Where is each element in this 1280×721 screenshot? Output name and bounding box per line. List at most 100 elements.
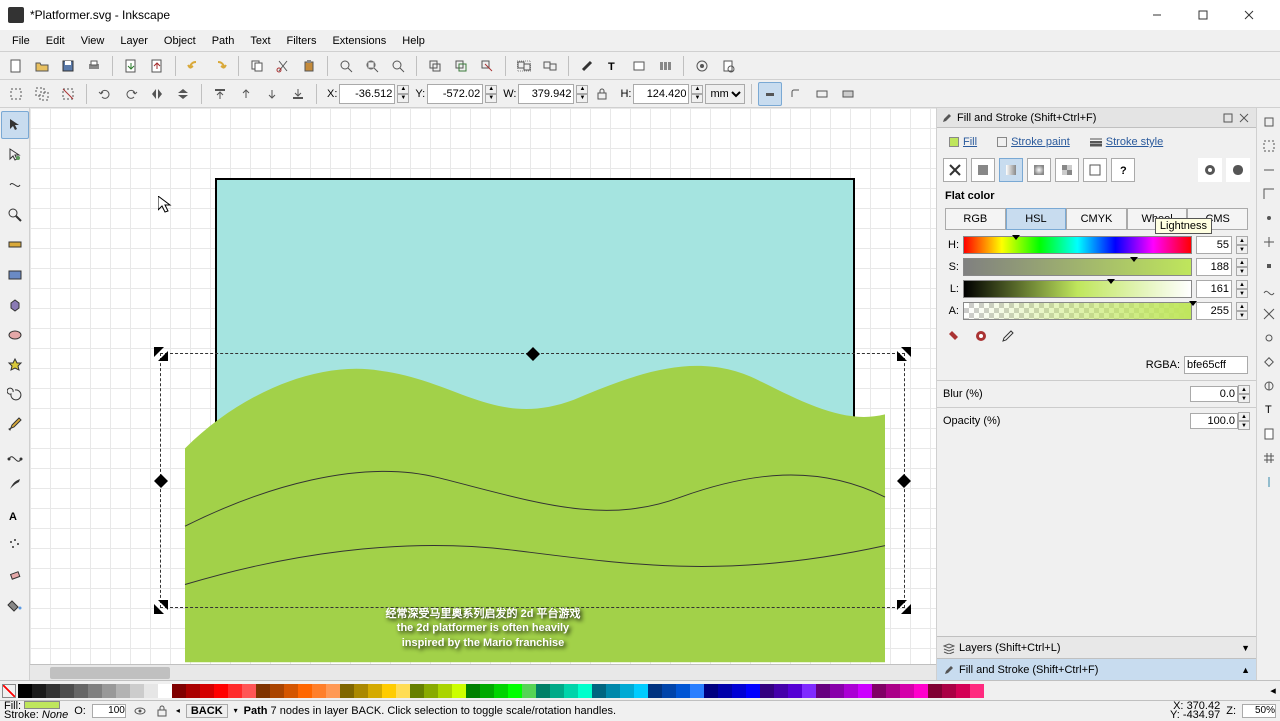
palette-swatches[interactable] [18, 684, 1266, 698]
rgb-tab[interactable]: RGB [945, 208, 1006, 230]
cmyk-tab[interactable]: CMYK [1066, 208, 1127, 230]
stroke-paint-tab[interactable]: Stroke paint [991, 132, 1076, 152]
menu-edit[interactable]: Edit [38, 33, 73, 49]
eyedropper-button[interactable] [997, 326, 1017, 346]
opacity-spin-down[interactable]: ▼ [1238, 421, 1250, 430]
status-opacity-input[interactable] [92, 704, 126, 718]
eraser-tool[interactable] [1, 561, 29, 589]
align-dist-button[interactable] [653, 54, 677, 78]
flip-h-button[interactable] [145, 82, 169, 106]
xml-editor-button[interactable] [627, 54, 651, 78]
rotate-cw-button[interactable] [119, 82, 143, 106]
affect-stroke-button[interactable] [758, 82, 782, 106]
flip-v-button[interactable] [171, 82, 195, 106]
ellipse-tool[interactable] [1, 321, 29, 349]
snap-grid-button[interactable] [1258, 447, 1280, 469]
light-spin-down[interactable]: ▼ [1236, 289, 1248, 298]
h-input[interactable] [633, 84, 689, 104]
scale-handle-n[interactable] [526, 347, 540, 361]
layer-visibility-button[interactable] [132, 703, 148, 719]
select-all-layers-button[interactable] [30, 82, 54, 106]
no-paint-button[interactable] [943, 158, 967, 182]
snap-corner-button[interactable] [1258, 183, 1280, 205]
cut-button[interactable] [271, 54, 295, 78]
menu-layer[interactable]: Layer [112, 33, 156, 49]
alpha-slider[interactable] [963, 302, 1192, 320]
flat-color-button[interactable] [971, 158, 995, 182]
snap-path-button[interactable] [1258, 279, 1280, 301]
fill-rule-evenodd-button[interactable] [1198, 158, 1222, 182]
snap-smooth-node-button[interactable] [1258, 327, 1280, 349]
alpha-spin-down[interactable]: ▼ [1236, 311, 1248, 320]
zoom-selection-button[interactable] [334, 54, 358, 78]
snap-intersection-button[interactable] [1258, 303, 1280, 325]
preferences-button[interactable] [690, 54, 714, 78]
blur-spin-down[interactable]: ▼ [1238, 394, 1250, 403]
palette-menu-button[interactable]: ◂ [1266, 679, 1280, 703]
fill-stroke-panel-header[interactable]: Fill and Stroke (Shift+Ctrl+F) [937, 108, 1256, 128]
save-button[interactable] [56, 54, 80, 78]
affect-corners-button[interactable] [784, 82, 808, 106]
opacity-spin-up[interactable]: ▲ [1238, 412, 1250, 421]
text-tool[interactable]: A [1, 501, 29, 529]
rgba-input[interactable] [1184, 356, 1248, 374]
snap-page-border-button[interactable] [1258, 423, 1280, 445]
alpha-input[interactable] [1196, 302, 1232, 320]
snap-node-button[interactable] [1258, 255, 1280, 277]
w-input[interactable] [518, 84, 574, 104]
blur-input[interactable] [1190, 386, 1238, 402]
snap-bbox-button[interactable] [1258, 135, 1280, 157]
close-button[interactable] [1226, 0, 1272, 30]
h-spin-down[interactable]: ▼ [691, 94, 703, 103]
snap-center-button[interactable] [1258, 231, 1280, 253]
status-layer-name[interactable]: BACK [186, 704, 228, 718]
canvas[interactable]: 经常深受马里奥系列启发的 2d 平台游戏 the 2d platformer i… [30, 108, 936, 680]
opacity-input[interactable] [1190, 413, 1238, 429]
hue-slider[interactable] [963, 236, 1192, 254]
bucket-tool[interactable] [1, 591, 29, 619]
affect-gradient-button[interactable] [810, 82, 834, 106]
menu-text[interactable]: Text [242, 33, 278, 49]
open-button[interactable] [30, 54, 54, 78]
spiral-tool[interactable] [1, 381, 29, 409]
spray-tool[interactable] [1, 531, 29, 559]
linear-gradient-button[interactable] [999, 158, 1023, 182]
menu-view[interactable]: View [73, 33, 113, 49]
paste-button[interactable] [297, 54, 321, 78]
menu-object[interactable]: Object [156, 33, 204, 49]
snap-cusp-node-button[interactable] [1258, 351, 1280, 373]
snap-edge-button[interactable] [1258, 159, 1280, 181]
menu-filters[interactable]: Filters [279, 33, 325, 49]
snap-enable-button[interactable] [1258, 111, 1280, 133]
snap-guide-button[interactable] [1258, 471, 1280, 493]
h-spin-up[interactable]: ▲ [691, 85, 703, 94]
zoom-page-button[interactable] [386, 54, 410, 78]
zoom-tool[interactable] [1, 201, 29, 229]
hue-spin-up[interactable]: ▲ [1236, 236, 1248, 245]
fill-rule-nonzero-button[interactable] [1226, 158, 1250, 182]
scale-handle-ne[interactable] [897, 347, 911, 361]
print-button[interactable] [82, 54, 106, 78]
color-managed-button[interactable] [945, 326, 965, 346]
star-tool[interactable] [1, 351, 29, 379]
saturation-slider[interactable] [963, 258, 1192, 276]
undo-button[interactable] [182, 54, 206, 78]
pattern-button[interactable] [1055, 158, 1079, 182]
blur-spin-up[interactable]: ▲ [1238, 385, 1250, 394]
scale-handle-w[interactable] [154, 474, 168, 488]
lower-bottom-button[interactable] [286, 82, 310, 106]
lock-aspect-button[interactable] [590, 82, 614, 106]
text-props-button[interactable]: T [601, 54, 625, 78]
node-tool[interactable] [1, 141, 29, 169]
scale-handle-nw[interactable] [154, 347, 168, 361]
fill-stroke-button[interactable] [575, 54, 599, 78]
light-spin-up[interactable]: ▲ [1236, 280, 1248, 289]
snap-text-baseline-button[interactable]: T [1258, 399, 1280, 421]
unit-select[interactable]: mm [705, 84, 745, 104]
pencil-tool[interactable] [1, 411, 29, 439]
ungroup-button[interactable] [538, 54, 562, 78]
unknown-paint-button[interactable]: ? [1111, 158, 1135, 182]
raise-button[interactable] [234, 82, 258, 106]
import-button[interactable] [119, 54, 143, 78]
tweak-tool[interactable] [1, 171, 29, 199]
